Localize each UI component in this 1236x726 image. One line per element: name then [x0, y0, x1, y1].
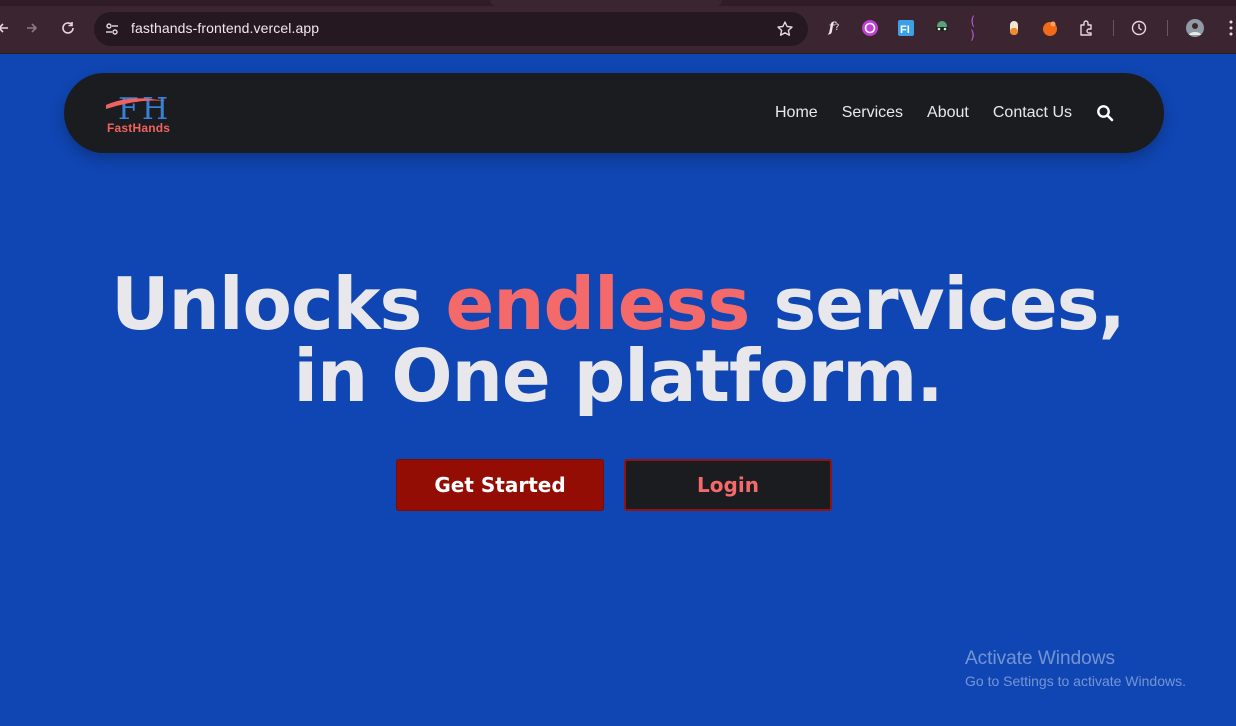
- font-extension-icon[interactable]: f?: [825, 19, 843, 37]
- back-icon[interactable]: [0, 16, 16, 40]
- nav-link-services[interactable]: Services: [842, 104, 903, 122]
- site-navbar: F H FastHands Home Services About Contac…: [64, 73, 1164, 153]
- address-bar[interactable]: fasthands-frontend.vercel.app: [94, 12, 808, 46]
- hero-headline-line2: in One platform.: [293, 334, 943, 418]
- tab-strip: [0, 0, 1236, 6]
- nav-link-home[interactable]: Home: [775, 104, 818, 122]
- menu-icon[interactable]: [1222, 19, 1236, 37]
- url-text[interactable]: fasthands-frontend.vercel.app: [131, 20, 319, 36]
- capsule-extension-icon[interactable]: [1005, 19, 1023, 37]
- bookmark-star-icon[interactable]: [776, 20, 794, 38]
- extensions-icon[interactable]: [1077, 19, 1095, 37]
- nav-link-contact[interactable]: Contact Us: [993, 104, 1072, 122]
- watermark-title: Activate Windows: [965, 648, 1115, 669]
- activate-windows-watermark: Activate Windows Go to Settings to activ…: [965, 648, 1186, 689]
- toolbar-divider: [1167, 20, 1168, 36]
- logo-wordmark: FastHands: [107, 121, 171, 135]
- profile-avatar-icon[interactable]: [1186, 19, 1204, 37]
- browser-toolbar: fasthands-frontend.vercel.app f? FI ( ): [0, 0, 1236, 54]
- active-tab-edge: [490, 0, 722, 6]
- fi-extension-icon[interactable]: FI: [897, 19, 915, 37]
- svg-text:FI: FI: [900, 24, 910, 36]
- toolbar-divider: [1113, 20, 1114, 36]
- brackets-extension-icon[interactable]: ( ): [969, 14, 987, 42]
- spy-extension-icon[interactable]: [933, 19, 951, 37]
- login-button[interactable]: Login: [624, 459, 832, 511]
- nav-link-about[interactable]: About: [927, 104, 969, 122]
- purple-extension-icon[interactable]: [861, 19, 879, 37]
- forward-icon[interactable]: [20, 16, 44, 40]
- orange-extension-icon[interactable]: [1041, 19, 1059, 37]
- history-icon[interactable]: [1130, 19, 1148, 37]
- get-started-button[interactable]: Get Started: [396, 459, 604, 511]
- search-icon[interactable]: [1096, 104, 1114, 122]
- reload-icon[interactable]: [56, 16, 80, 40]
- site-settings-icon[interactable]: [104, 21, 120, 37]
- watermark-subtitle: Go to Settings to activate Windows.: [965, 673, 1186, 689]
- primary-nav: Home Services About Contact Us: [775, 73, 1072, 153]
